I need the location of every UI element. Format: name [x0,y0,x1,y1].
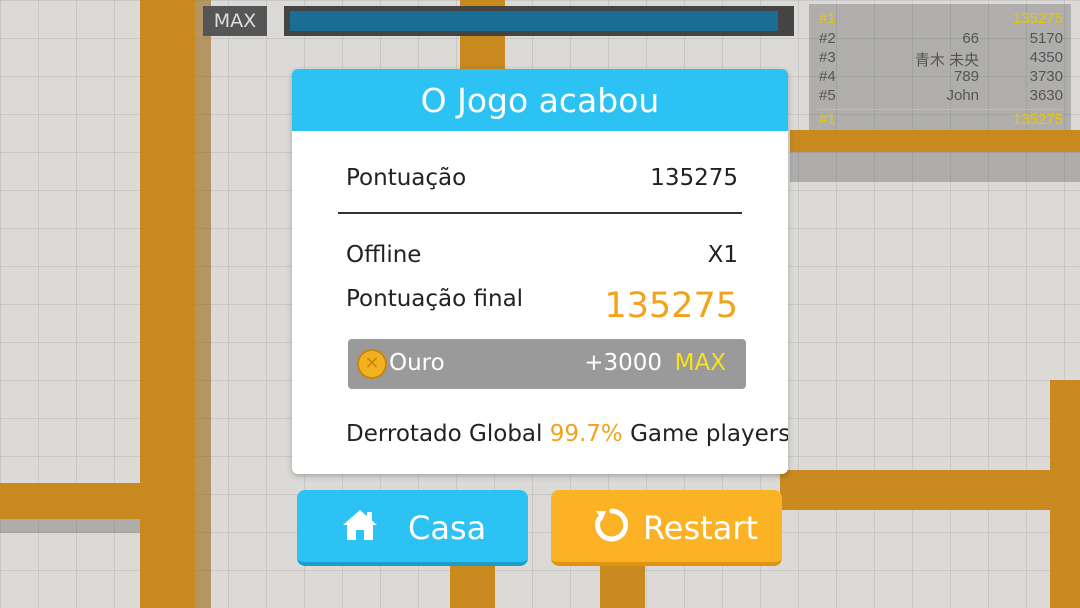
wood-beam [450,566,495,608]
final-score-label: Pontuação final [346,286,524,312]
leaderboard-row: #5 John 3630 [819,87,1063,107]
home-button-label: Casa [408,509,487,547]
score-label: Pontuação [346,165,467,191]
house-icon [341,506,379,552]
wood-beam [1050,380,1080,608]
leaderboard-row: #2 66 5170 [819,30,1063,50]
gold-max-badge: MAX [674,350,726,376]
beam-shadow [0,519,140,533]
leaderboard-row: #1 135275 [819,10,1063,30]
leaderboard-score: 3730 [1029,68,1063,85]
wood-beam [0,483,190,519]
multiplier-value: X1 [707,242,738,268]
gold-label: Ouro [389,350,445,376]
progress-bar-fill [290,11,778,31]
leaderboard-row: #4 789 3730 [819,68,1063,88]
leaderboard-rank: #5 [819,87,836,104]
final-score-value: 135275 [604,286,738,326]
leaderboard-self-row: #1 135275 [819,111,1063,131]
beam-shadow [790,152,1080,182]
gold-amount: +3000 [584,350,662,376]
wood-beam [600,566,645,608]
divider [338,212,742,214]
progress-bar [284,6,794,36]
final-score-row: Pontuação final 135275 [346,286,738,326]
mode-row: Offline X1 [346,242,738,268]
leaderboard: #1 135275 #2 66 5170 #3 青木 未央 4350 #4 78… [809,4,1071,130]
leaderboard-name: 青木 未央 [914,52,979,69]
defeat-percent: 99.7% [549,421,623,447]
mode-label: Offline [346,242,422,268]
defeat-prefix: Derrotado Global [346,421,543,447]
defeat-stat: Derrotado Global 99.7% Game players [346,421,788,447]
leaderboard-name: 66 [962,30,979,47]
leaderboard-score: 135275 [1012,111,1063,128]
restart-button-label: Restart [643,509,759,547]
defeat-suffix: Game players [630,421,788,447]
max-level-label: MAX [203,6,267,36]
score-row: Pontuação 135275 [346,165,738,191]
restart-icon [593,506,631,552]
gold-coin-icon: ✕ [357,349,387,379]
wood-beam [195,0,211,608]
leaderboard-rank: #2 [819,30,836,47]
game-over-dialog: O Jogo acabou Pontuação 135275 Offline X… [292,69,788,474]
home-button[interactable]: Casa [297,490,528,566]
dialog-title: O Jogo acabou [292,69,788,131]
leaderboard-rank: #3 [819,49,836,66]
leaderboard-rank: #4 [819,68,836,85]
score-value: 135275 [650,165,738,191]
wood-beam [140,519,195,608]
leaderboard-divider [817,109,1063,110]
leaderboard-score: 135275 [1012,10,1063,27]
leaderboard-rank: #1 [819,111,836,128]
leaderboard-score: 5170 [1029,30,1063,47]
wood-beam [780,470,1080,510]
leaderboard-name: 789 [953,68,979,85]
leaderboard-score: 3630 [1029,87,1063,104]
leaderboard-score: 4350 [1029,49,1063,66]
leaderboard-name: John [946,87,979,104]
leaderboard-row: #3 青木 未央 4350 [819,49,1063,69]
restart-button[interactable]: Restart [551,490,782,566]
leaderboard-rank: #1 [819,10,836,27]
wood-beam [790,130,1080,152]
gold-reward-bar: ✕ Ouro +3000 MAX [348,339,746,389]
